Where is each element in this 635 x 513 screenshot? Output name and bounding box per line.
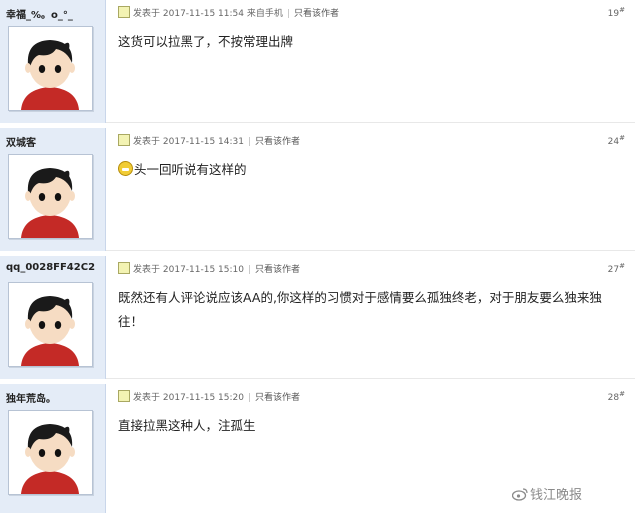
only-author-link[interactable]: 只看该作者 <box>255 137 300 147</box>
post-source: 来自手机 <box>246 9 283 19</box>
post-meta: 发表于 2017-11-15 15:10 | 只看该作者 <box>118 262 635 276</box>
weibo-icon <box>512 488 528 501</box>
sidebar-border <box>105 128 106 251</box>
sidebar-border <box>105 0 106 123</box>
meta-separator: | <box>248 137 252 147</box>
post-19: 幸福_%。o_°_ 发表于 2017-11-15 11:54 来自手机 | 只看该作… <box>0 0 635 123</box>
post-content: 头一回听说有这样的 <box>118 158 615 182</box>
sidebar-border <box>105 256 106 379</box>
author-sidebar: 双城客 <box>0 128 105 251</box>
post-meta: 发表于 2017-11-15 15:20 | 只看该作者 <box>118 390 635 404</box>
post-datetime: 2017-11-15 11:54 <box>162 9 244 19</box>
post-content: 直接拉黑这种人，注孤生 <box>118 418 256 433</box>
floor-mark: # <box>619 134 625 142</box>
meta-separator: | <box>248 393 252 403</box>
post-icon <box>118 390 130 402</box>
avatar[interactable] <box>8 410 93 495</box>
post-icon <box>118 134 130 146</box>
watermark: 钱江晚报 <box>512 484 582 503</box>
only-author-link[interactable]: 只看该作者 <box>255 265 300 275</box>
floor-value: 24 <box>607 137 620 147</box>
post-content: 这货可以拉黑了，不按常理出牌 <box>118 34 294 49</box>
grin-emoji-icon <box>118 161 133 176</box>
floor-value: 19 <box>607 9 620 19</box>
avatar[interactable] <box>8 26 93 111</box>
floor-number[interactable]: 19# <box>608 6 625 19</box>
only-author-link[interactable]: 只看该作者 <box>255 393 300 403</box>
post-meta: 发表于 2017-11-15 14:31 | 只看该作者 <box>118 134 635 148</box>
default-avatar-icon <box>9 283 92 366</box>
post-text: 头一回听说有这样的 <box>134 162 247 177</box>
post-icon <box>118 262 130 274</box>
post-divider <box>106 378 635 379</box>
floor-value: 28 <box>607 393 620 403</box>
floor-number[interactable]: 24# <box>608 134 625 147</box>
meta-separator: | <box>248 265 252 275</box>
post-divider <box>106 250 635 251</box>
username[interactable]: qq_0028FF42C2 <box>6 262 95 273</box>
floor-mark: # <box>619 6 625 14</box>
post-datetime: 2017-11-15 15:20 <box>162 393 244 403</box>
default-avatar-icon <box>9 411 92 494</box>
floor-value: 27 <box>607 265 620 275</box>
post-27: qq_0028FF42C2 发表于 2017-11-15 15:10 | 只看该作者… <box>0 256 635 379</box>
watermark-text: 钱江晚报 <box>530 488 583 503</box>
post-divider <box>106 122 635 123</box>
avatar[interactable] <box>8 282 93 367</box>
floor-number[interactable]: 27# <box>608 262 625 275</box>
post-24: 双城客 发表于 2017-11-15 14:31 | 只看该作者 24# 头一回听说… <box>0 128 635 251</box>
avatar[interactable] <box>8 154 93 239</box>
username[interactable]: 独年荒岛。 <box>6 390 56 405</box>
default-avatar-icon <box>9 27 92 110</box>
floor-mark: # <box>619 390 625 398</box>
posted-label: 发表于 <box>133 137 161 147</box>
only-author-link[interactable]: 只看该作者 <box>294 9 339 19</box>
username[interactable]: 双城客 <box>6 134 36 149</box>
default-avatar-icon <box>9 155 92 238</box>
meta-separator: | <box>286 9 290 19</box>
posted-label: 发表于 <box>133 9 161 19</box>
posted-label: 发表于 <box>133 393 161 403</box>
floor-mark: # <box>619 262 625 270</box>
posted-label: 发表于 <box>133 265 161 275</box>
post-meta: 发表于 2017-11-15 11:54 来自手机 | 只看该作者 <box>118 6 635 20</box>
post-icon <box>118 6 130 18</box>
username[interactable]: 幸福_%。o_°_ <box>6 6 73 21</box>
post-content: 既然还有人评论说应该AA的,你这样的习惯对于感情要么孤独终老，对于朋友要么独来独… <box>118 290 602 329</box>
floor-number[interactable]: 28# <box>608 390 625 403</box>
post-datetime: 2017-11-15 15:10 <box>162 265 244 275</box>
post-datetime: 2017-11-15 14:31 <box>162 137 244 147</box>
sidebar-border <box>105 384 106 513</box>
author-sidebar: 独年荒岛。 <box>0 384 105 513</box>
author-sidebar: qq_0028FF42C2 <box>0 256 105 379</box>
author-sidebar: 幸福_%。o_°_ <box>0 0 105 123</box>
